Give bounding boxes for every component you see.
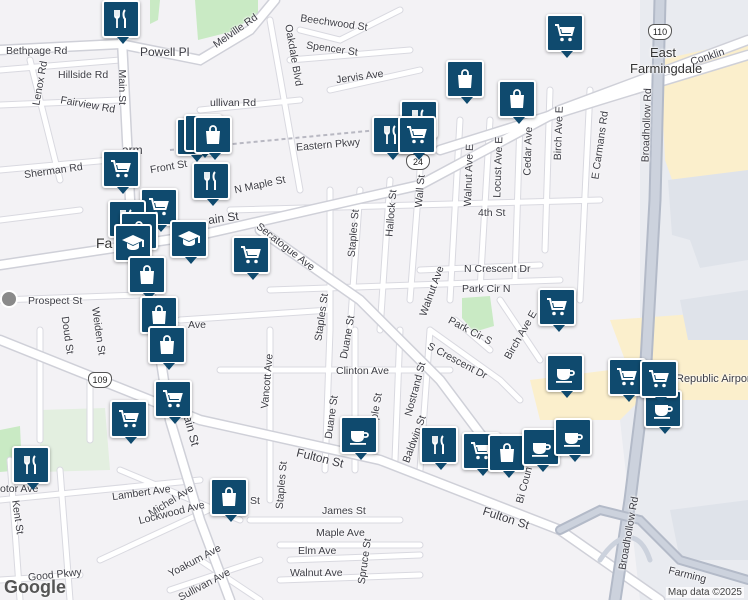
graduation-cap-icon	[121, 231, 145, 255]
map-pin-coffee-cup[interactable]	[546, 354, 584, 398]
map-pin-shopping-bag[interactable]	[498, 80, 536, 124]
map-pin-shopping-bag[interactable]	[488, 434, 526, 478]
google-logo[interactable]: Google	[4, 577, 66, 598]
map-pin-grocery-cart[interactable]	[102, 150, 140, 194]
map-pin-grocery-cart[interactable]	[538, 288, 576, 332]
shopping-bag-icon	[155, 333, 179, 357]
map-pin-grocery-cart[interactable]	[546, 14, 584, 58]
map-pin-grocery-cart[interactable]	[154, 380, 192, 424]
poi-marker[interactable]	[0, 290, 18, 308]
map-pin-shopping-bag[interactable]	[210, 478, 248, 522]
shopping-bag-icon	[135, 263, 159, 287]
map-pin-shopping-bag[interactable]	[194, 116, 232, 160]
grocery-cart-icon	[109, 157, 133, 181]
map-pin-shopping-bag[interactable]	[148, 326, 186, 370]
grocery-cart-icon	[553, 21, 577, 45]
map-pin-grocery-cart[interactable]	[110, 400, 148, 444]
map-pin-grocery-cart[interactable]	[232, 236, 270, 280]
coffee-cup-icon	[561, 425, 585, 449]
place-label-farmingdale: Fa	[96, 235, 113, 251]
restaurant-icon	[427, 433, 451, 457]
route-shield-109: 109	[88, 372, 112, 388]
place-label-east-farmingdale: Farmingdale	[630, 61, 703, 76]
graduation-cap-icon	[177, 227, 201, 251]
map-pin-coffee-cup[interactable]	[340, 416, 378, 460]
map-pin-grocery-cart[interactable]	[398, 116, 436, 160]
street-label-republic-airport: Republic Airpor	[676, 373, 748, 385]
shopping-bag-icon	[217, 485, 241, 509]
street-label-locust-ave-e: Locust Ave E	[491, 136, 506, 198]
map-pin-coffee-cup[interactable]	[554, 418, 592, 462]
restaurant-icon	[199, 169, 223, 193]
street-label-walnut-ave-2: Walnut Ave	[290, 567, 343, 579]
street-label-hillside-rd: Hillside Rd	[58, 69, 109, 81]
shopping-bag-icon	[201, 123, 225, 147]
grocery-cart-icon	[545, 295, 569, 319]
street-label-wall-st: Wall St	[412, 174, 428, 209]
street-label-park-cir-n: Park Cir N	[462, 283, 511, 295]
map-pin-grocery-cart[interactable]	[640, 360, 678, 404]
shopping-bag-icon	[147, 303, 171, 327]
shopping-bag-icon	[505, 87, 529, 111]
street-label-elm-ave: Elm Ave	[298, 545, 337, 557]
restaurant-icon	[19, 453, 43, 477]
map-pin-restaurant[interactable]	[420, 426, 458, 470]
grocery-cart-icon	[647, 367, 671, 391]
restaurant-icon	[109, 7, 133, 31]
map-pin-restaurant[interactable]	[12, 446, 50, 490]
street-label-n-crescent-dr: N Crescent Dr	[464, 263, 531, 275]
street-label-ave-1: Ave	[188, 319, 206, 331]
street-label-4th-st: 4th St	[478, 207, 506, 219]
map-pin-shopping-bag[interactable]	[446, 60, 484, 104]
street-label-prospect-st: Prospect St	[28, 295, 83, 307]
coffee-cup-icon	[553, 361, 577, 385]
shopping-bag-icon	[453, 67, 477, 91]
street-label-broadhollow-rd-1: Broadhollow Rd	[639, 87, 655, 163]
map-canvas[interactable]: Melville Rd Beechwood St Bethpage Rd Pow…	[0, 0, 748, 600]
coffee-cup-icon	[347, 423, 371, 447]
street-label-bethpage-rd: Bethpage Rd	[6, 45, 68, 57]
map-copyright[interactable]: Map data ©2025	[665, 587, 744, 598]
grocery-cart-icon	[239, 243, 263, 267]
grocery-cart-icon	[405, 123, 429, 147]
street-label-birch-ave-e: Birch Ave E	[551, 106, 566, 161]
place-label-east: East	[650, 45, 677, 60]
grocery-cart-icon	[161, 387, 185, 411]
street-label-main-st-1: Main St	[116, 69, 129, 106]
street-label-maple-ave: Maple Ave	[316, 527, 365, 539]
coffee-cup-icon	[529, 435, 553, 459]
street-label-sullivan-rd: ullivan Rd	[210, 97, 257, 109]
grocery-cart-icon	[615, 365, 639, 389]
map-pin-restaurant[interactable]	[192, 162, 230, 206]
map-pin-shopping-bag[interactable]	[128, 256, 166, 300]
street-label-walnut-ave-e: Walnut Ave E	[461, 143, 477, 207]
street-label-cedar-ave: Cedar Ave	[521, 126, 536, 176]
map-pin-restaurant[interactable]	[102, 0, 140, 44]
grocery-cart-icon	[117, 407, 141, 431]
street-label-james-st: James St	[322, 505, 366, 517]
street-label-powell-pl: Powell Pl	[140, 45, 190, 59]
shopping-bag-icon	[495, 441, 519, 465]
street-label-st-1: St	[250, 495, 260, 507]
map-pin-graduation-cap[interactable]	[170, 220, 208, 264]
route-shield-110: 110	[648, 24, 672, 40]
street-label-clinton-ave: Clinton Ave	[336, 365, 389, 377]
